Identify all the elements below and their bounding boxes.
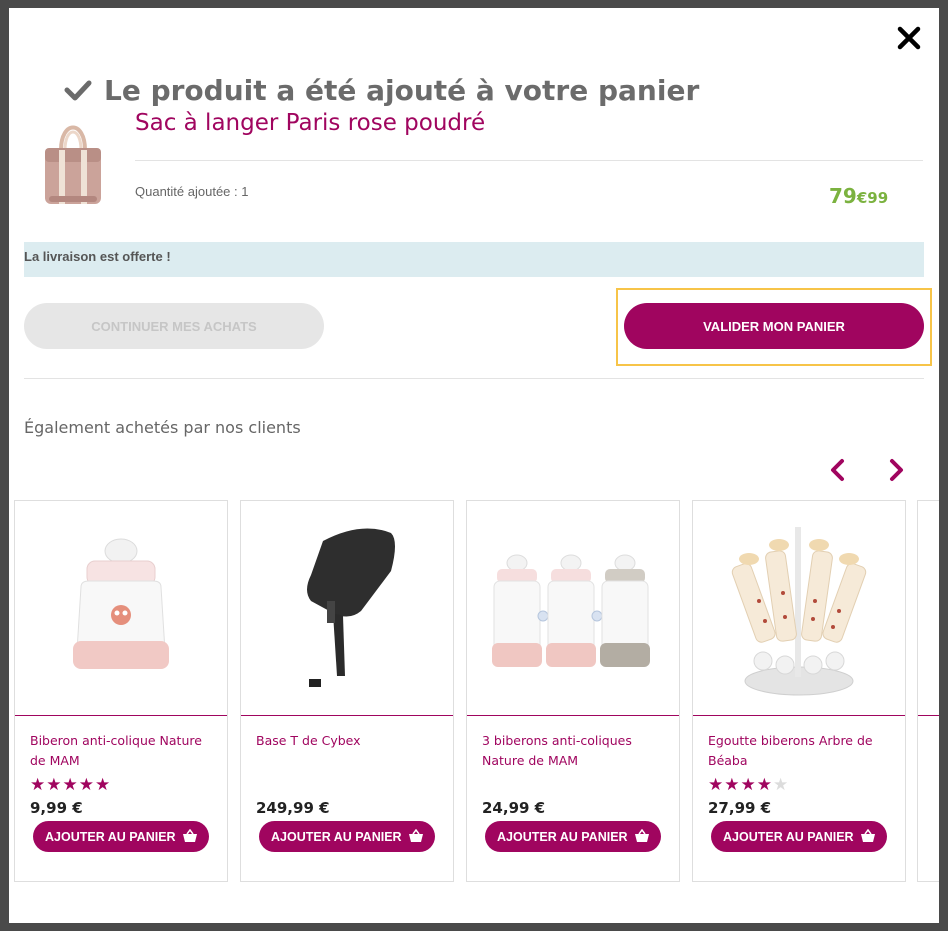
card-product-name[interactable]: 3 biberons anti-coliques Nature de MAM [482,731,667,771]
product-price: 79€99 [829,184,888,208]
star-icon: ★ [78,775,95,795]
star-icon: ★ [773,775,790,795]
card-divider [241,715,453,716]
add-to-cart-modal: Le produit a été ajouté à votre panier S… [9,8,939,923]
add-to-cart-button[interactable]: AJOUTER AU PANIER [33,821,209,852]
star-icon: ★ [724,775,741,795]
basket-icon [183,829,197,842]
card-price: 27,99 € [708,799,772,817]
rating-stars: ★★★★★ [708,775,789,795]
add-to-cart-button[interactable]: AJOUTER AU PANIER [259,821,435,852]
divider [24,378,924,379]
add-to-cart-label: AJOUTER AU PANIER [45,829,176,844]
star-icon: ★ [30,775,47,795]
product-card-partial[interactable] [917,500,939,882]
continue-shopping-button[interactable]: CONTINUER MES ACHATS [24,303,324,349]
star-icon: ★ [708,775,725,795]
basket-icon [861,829,875,842]
card-product-name[interactable]: Egoutte biberons Arbre de Béaba [708,731,893,771]
check-icon [64,80,92,101]
card-price: 249,99 € [256,799,330,817]
card-price: 24,99 € [482,799,546,817]
rating-stars: ★★★★★ [30,775,111,795]
price-cents: €99 [856,189,889,207]
product-card[interactable]: Egoutte biberons Arbre de Béaba ★★★★★ 27… [692,500,906,882]
price-integer: 79 [829,184,857,208]
add-to-cart-label: AJOUTER AU PANIER [497,829,628,844]
star-icon: ★ [740,775,757,795]
card-divider [15,715,227,716]
added-product-name[interactable]: Sac à langer Paris rose poudré [135,110,485,136]
add-to-cart-button[interactable]: AJOUTER AU PANIER [711,821,887,852]
confirmation-heading: Le produit a été ajouté à votre panier [64,70,699,110]
product-image-three-bottles [492,554,650,667]
card-price: 9,99 € [30,799,83,817]
product-image-car-seat-base [307,528,395,687]
quantity-added: Quantité ajoutée : 1 [135,184,249,199]
free-shipping-banner: La livraison est offerte ! [24,242,924,277]
carousel-next-button[interactable] [885,458,907,482]
card-product-name[interactable]: Base T de Cybex [256,731,441,751]
product-card[interactable]: Base T de Cybex 249,99 € AJOUTER AU PANI… [240,500,454,882]
close-button[interactable] [895,24,923,52]
card-divider [693,715,905,716]
product-image-baby-bottle [73,538,169,669]
add-to-cart-label: AJOUTER AU PANIER [723,829,854,844]
star-icon: ★ [46,775,63,795]
chevron-right-icon [890,459,903,481]
product-image-diaper-bag [45,125,101,204]
card-divider [467,715,679,716]
product-card[interactable]: Biberon anti-colique Nature de MAM ★★★★★… [14,500,228,882]
basket-icon [409,829,423,842]
add-to-cart-label: AJOUTER AU PANIER [271,829,402,844]
add-to-cart-button[interactable]: AJOUTER AU PANIER [485,821,661,852]
card-divider [918,715,939,716]
carousel-prev-button[interactable] [827,458,849,482]
validate-cart-button[interactable]: VALIDER MON PANIER [624,303,924,349]
basket-icon [635,829,649,842]
star-icon: ★ [756,775,773,795]
recommendations-title: Également achetés par nos clients [24,418,301,437]
star-icon: ★ [62,775,79,795]
divider [135,160,923,161]
chevron-left-icon [831,459,844,481]
close-icon [897,26,921,50]
star-icon: ★ [95,775,112,795]
card-product-name[interactable]: Biberon anti-colique Nature de MAM [30,731,215,771]
confirmation-text: Le produit a été ajouté à votre panier [104,73,700,107]
product-image-bottle-drying-rack [731,527,867,696]
product-card[interactable]: 3 biberons anti-coliques Nature de MAM 2… [466,500,680,882]
